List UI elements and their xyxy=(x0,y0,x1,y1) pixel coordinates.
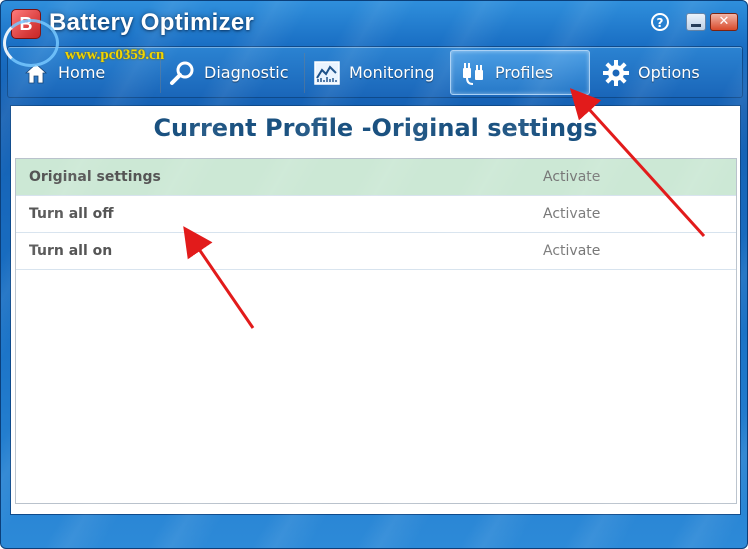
close-button[interactable]: ✕ xyxy=(710,13,738,31)
activate-link[interactable]: Activate xyxy=(543,206,600,222)
list-item[interactable]: Turn all on Activate xyxy=(16,233,736,270)
nav-item-diagnostic[interactable]: Diagnostic xyxy=(168,50,303,95)
nav-label-options: Options xyxy=(638,63,700,82)
window-title: Battery Optimizer xyxy=(49,9,255,36)
nav-item-monitoring[interactable]: Monitoring xyxy=(313,50,453,95)
help-button[interactable]: ? xyxy=(651,13,669,31)
nav-label-profiles: Profiles xyxy=(495,63,554,82)
list-item[interactable]: Turn all off Activate xyxy=(16,196,736,233)
watermark-logo xyxy=(3,19,59,67)
minimize-icon xyxy=(691,24,701,27)
gear-icon xyxy=(602,59,630,87)
profiles-panel: Current Profile -Original settings Origi… xyxy=(10,105,741,515)
activate-link[interactable]: Activate xyxy=(543,169,600,185)
minimize-button[interactable] xyxy=(686,13,706,31)
nav-label-diagnostic: Diagnostic xyxy=(204,63,289,82)
nav-divider xyxy=(304,53,305,93)
nav-item-options[interactable]: Options xyxy=(602,50,732,95)
list-item[interactable]: Original settings Activate xyxy=(16,159,736,196)
page-title: Current Profile -Original settings xyxy=(153,114,598,142)
title-bar[interactable]: B Battery Optimizer ? ✕ xyxy=(1,1,747,45)
chart-icon xyxy=(313,59,341,87)
watermark-text: www.pc0359.cn xyxy=(65,47,165,63)
profile-name: Turn all on xyxy=(29,243,113,259)
profile-name: Turn all off xyxy=(29,206,114,222)
app-window: B Battery Optimizer ? ✕ www.pc0359.cn Ho… xyxy=(0,0,748,549)
plug-icon xyxy=(459,59,487,87)
nav-label-monitoring: Monitoring xyxy=(349,63,435,82)
nav-item-profiles[interactable]: Profiles xyxy=(450,50,590,95)
activate-link[interactable]: Activate xyxy=(543,243,600,259)
profile-name: Original settings xyxy=(29,169,161,185)
nav-label-home: Home xyxy=(58,63,106,82)
profile-list: Original settings Activate Turn all off … xyxy=(15,158,737,504)
magnifier-icon xyxy=(168,59,196,87)
